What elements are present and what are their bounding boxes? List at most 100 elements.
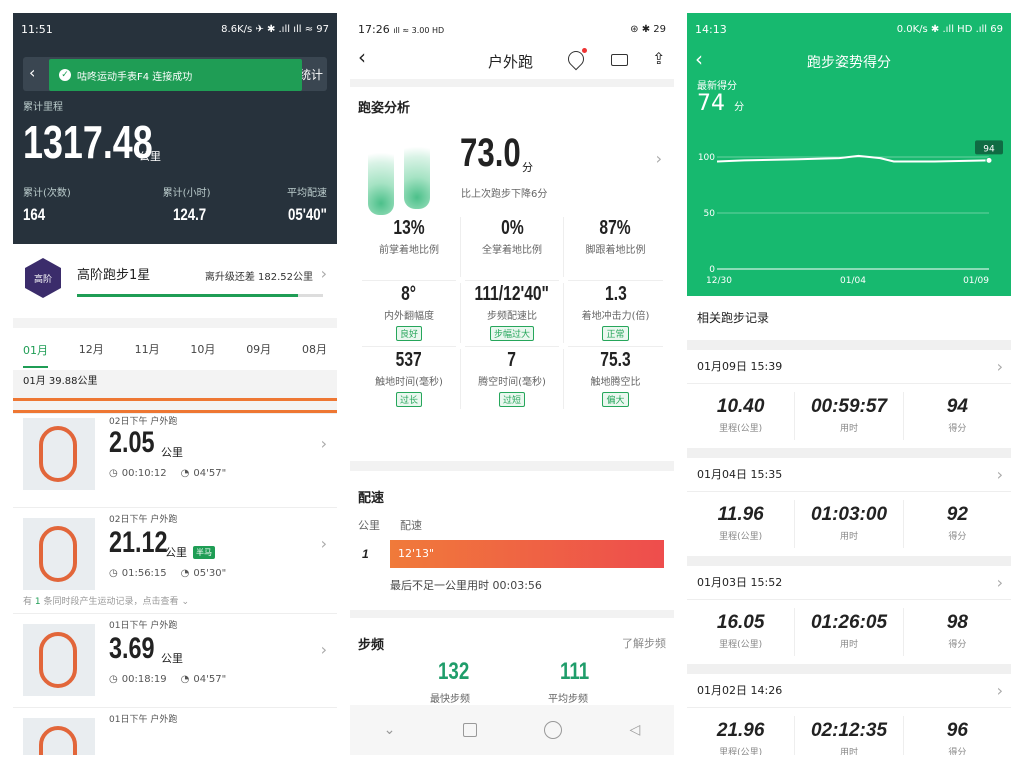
stat-value: 05'40" [288,205,327,224]
x-tick-label: 01/09 [963,276,989,286]
run-duration: 00:18:19 [121,674,167,685]
tab-month[interactable]: 11月 [135,341,160,357]
record-dist-label: 里程(公里) [719,748,763,755]
overlap-note[interactable]: 有 1 条同时段产生运动记录，点击查看 ⌄ [23,594,189,607]
tab-month[interactable]: 10月 [190,341,215,357]
status-icons: 8.6K/s ✈ ✱ .ıll ıll ≈ 97 [221,23,329,35]
chevron-right-icon: › [996,465,1003,484]
track-oval-icon [39,632,77,688]
gait-metric-label: 前掌着地比例 [379,245,439,256]
run-distance: 2.05 公里 [109,426,183,460]
record-dist-label: 里程(公里) [719,424,763,434]
x-tick-label: 12/30 [706,276,732,286]
gait-metric-value: 1.3 [604,283,627,305]
system-nav-bar: ⌄ ◁ [350,705,674,755]
level-badge-text: 高阶 [33,274,52,285]
run-record[interactable]: 01月02日 14:26 › 21.96 里程(公里) 02:12:35 用时 96 得分 [687,674,1011,755]
back-icon[interactable]: ‹ [695,47,703,71]
gait-metric-value: 0% [500,217,524,239]
nav-recent-icon[interactable] [462,723,477,737]
record-cell: 10.40 里程(公里) [687,392,796,440]
run-card[interactable]: 01日下午 户外跑 3.69 公里 ◷ 00:18:19 ◔ 04'57" › [13,613,337,707]
share-icon[interactable]: ⇪ [652,49,665,68]
run-pace: 05'30" [193,568,227,579]
run-card[interactable]: 02日下午 户外跑 21.12 公里 半马 ◷ 01:56:15 ◔ 05'30" › 有 1 条… [13,507,337,613]
run-distance-unit: 公里 [161,652,183,665]
run-distance-value: 2.05 [109,426,155,459]
record-score-label: 得分 [948,424,967,434]
record-cell: 96 得分 [904,716,1011,755]
tab-month[interactable]: 08月 [302,341,327,357]
outdoor-run-panel: 17:26 ıll ≈ 3.00 HD ⊛ ✱ 29 ‹ 户外跑 ⇪ 跑姿分析 … [350,13,674,755]
camera-icon[interactable] [611,54,628,66]
record-cell: 01:03:00 用时 [795,500,904,548]
record-score-label: 得分 [948,640,967,650]
divider [362,280,456,281]
records-title: 相关跑步记录 [687,296,1011,340]
pace-col-pace: 配速 [400,519,422,532]
level-progress-track [77,294,323,297]
last-point[interactable] [985,156,993,164]
run-record[interactable]: 01月09日 15:39 › 10.40 里程(公里) 00:59:57 用时 94 得分 [687,350,1011,448]
run-distance-unit: 公里 [161,446,183,459]
tab-month[interactable]: 01月 [23,330,48,368]
divider [465,346,559,347]
status-time-group: 17:26 ıll ≈ 3.00 HD [358,23,444,36]
chevron-right-icon: › [996,573,1003,592]
record-dist-value: 16.05 [716,612,765,633]
chevron-right-icon: › [320,264,327,283]
run-distance: 3.69 公里 [109,632,183,666]
gait-metric-label: 步频配速比 [487,311,537,322]
run-card[interactable]: 01日下午 户外跑 [13,707,337,755]
run-card[interactable]: 02日下午 户外跑 2.05 公里 ◷ 00:10:12 ◔ 04'57" › [13,413,337,507]
run-pace: 04'57" [193,468,227,479]
stat-label: 平均配速 [287,188,327,199]
record-time-value: 01:03:00 [810,504,888,525]
chevron-right-icon[interactable]: › [656,149,662,168]
score-line-chart: 0 50 100 12/30 01/04 01/09 94 [698,140,1003,286]
track-thumbnail [23,718,95,755]
pace-icon: ◔ [180,468,190,479]
run-pace: 04'57" [193,674,227,685]
gait-score-value: 73.0 [460,131,521,175]
nav-home-icon[interactable] [544,721,563,739]
gait-metric: 537 触地时间(毫秒) 过长 [358,349,461,409]
record-time-label: 用时 [839,424,858,434]
y-tick-label: 50 [704,209,716,219]
toast-text: 咕咚运动手表F4 连接成功 [77,71,193,83]
run-record[interactable]: 01月03日 15:52 › 16.05 里程(公里) 01:26:05 用时 98 得分 [687,566,1011,664]
chevron-right-icon: › [996,681,1003,700]
record-header: 01月04日 15:35 › [687,458,1011,492]
learn-cadence-link[interactable]: 了解步频 [622,635,666,651]
page-title: 跑步姿势得分 [807,55,891,71]
tab-month[interactable]: 09月 [246,341,271,357]
pace-bar: 12'13" [390,540,664,568]
run-stats: ◷ 01:56:15 ◔ 05'30" [109,568,226,579]
run-record[interactable]: 01月04日 15:35 › 11.96 里程(公里) 01:03:00 用时 92 得分 [687,458,1011,556]
divider [568,280,663,281]
back-icon[interactable]: ‹ [29,63,35,82]
nav-back-icon[interactable]: ◁ [629,722,640,738]
clock-icon: ◷ [109,468,118,479]
back-icon[interactable]: ‹ [358,45,366,69]
nav-down-icon[interactable]: ⌄ [384,722,396,738]
record-score-label: 得分 [948,532,967,542]
level-card[interactable]: 高阶 高阶跑步1星 离升级还差 182.52公里 › [13,244,337,318]
record-time-value: 00:59:57 [810,396,888,417]
stat-value: 124.7 [172,205,206,224]
pace-bar-value: 12'13" [398,547,435,560]
gait-metric: 1.3 着地冲击力(倍) 正常 [564,283,667,347]
divider [362,346,456,347]
page-title: 户外跑 [488,53,534,71]
cadence-avg-value: 111 [560,658,590,685]
latest-score: 74 分 [697,91,744,116]
stats-button[interactable]: 统计 [299,66,323,83]
gait-metric-label: 着地冲击力(倍) [581,311,650,322]
gait-metric-tag: 偏大 [602,392,629,407]
stat-pace: 平均配速 05'40" [277,184,327,225]
record-score-value: 92 [946,504,968,525]
gait-score-panel: 14:13 0.0K/s ✱ .ıll HD .ıll 69 ‹ 跑步姿势得分 … [687,13,1011,755]
record-score-label: 得分 [948,748,967,755]
tab-month[interactable]: 12月 [79,341,104,357]
orange-divider [13,398,337,401]
